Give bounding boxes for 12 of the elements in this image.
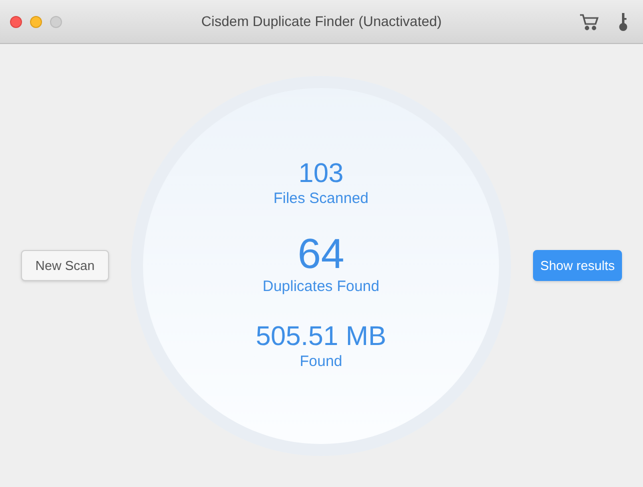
new-scan-button[interactable]: New Scan (21, 250, 109, 281)
key-icon[interactable] (617, 12, 629, 32)
minimize-icon[interactable] (30, 16, 42, 28)
stat-value: 505.51 MB (256, 320, 386, 351)
cart-icon[interactable] (579, 12, 599, 30)
stat-value: 103 (298, 158, 344, 188)
stat-value: 64 (298, 232, 344, 276)
window-title: Cisdem Duplicate Finder (Unactivated) (201, 12, 442, 31)
stat-label: Found (300, 352, 342, 372)
stat-label: Duplicates Found (262, 277, 380, 298)
stat-label: Files Scanned (273, 188, 369, 209)
close-icon[interactable] (10, 16, 22, 28)
